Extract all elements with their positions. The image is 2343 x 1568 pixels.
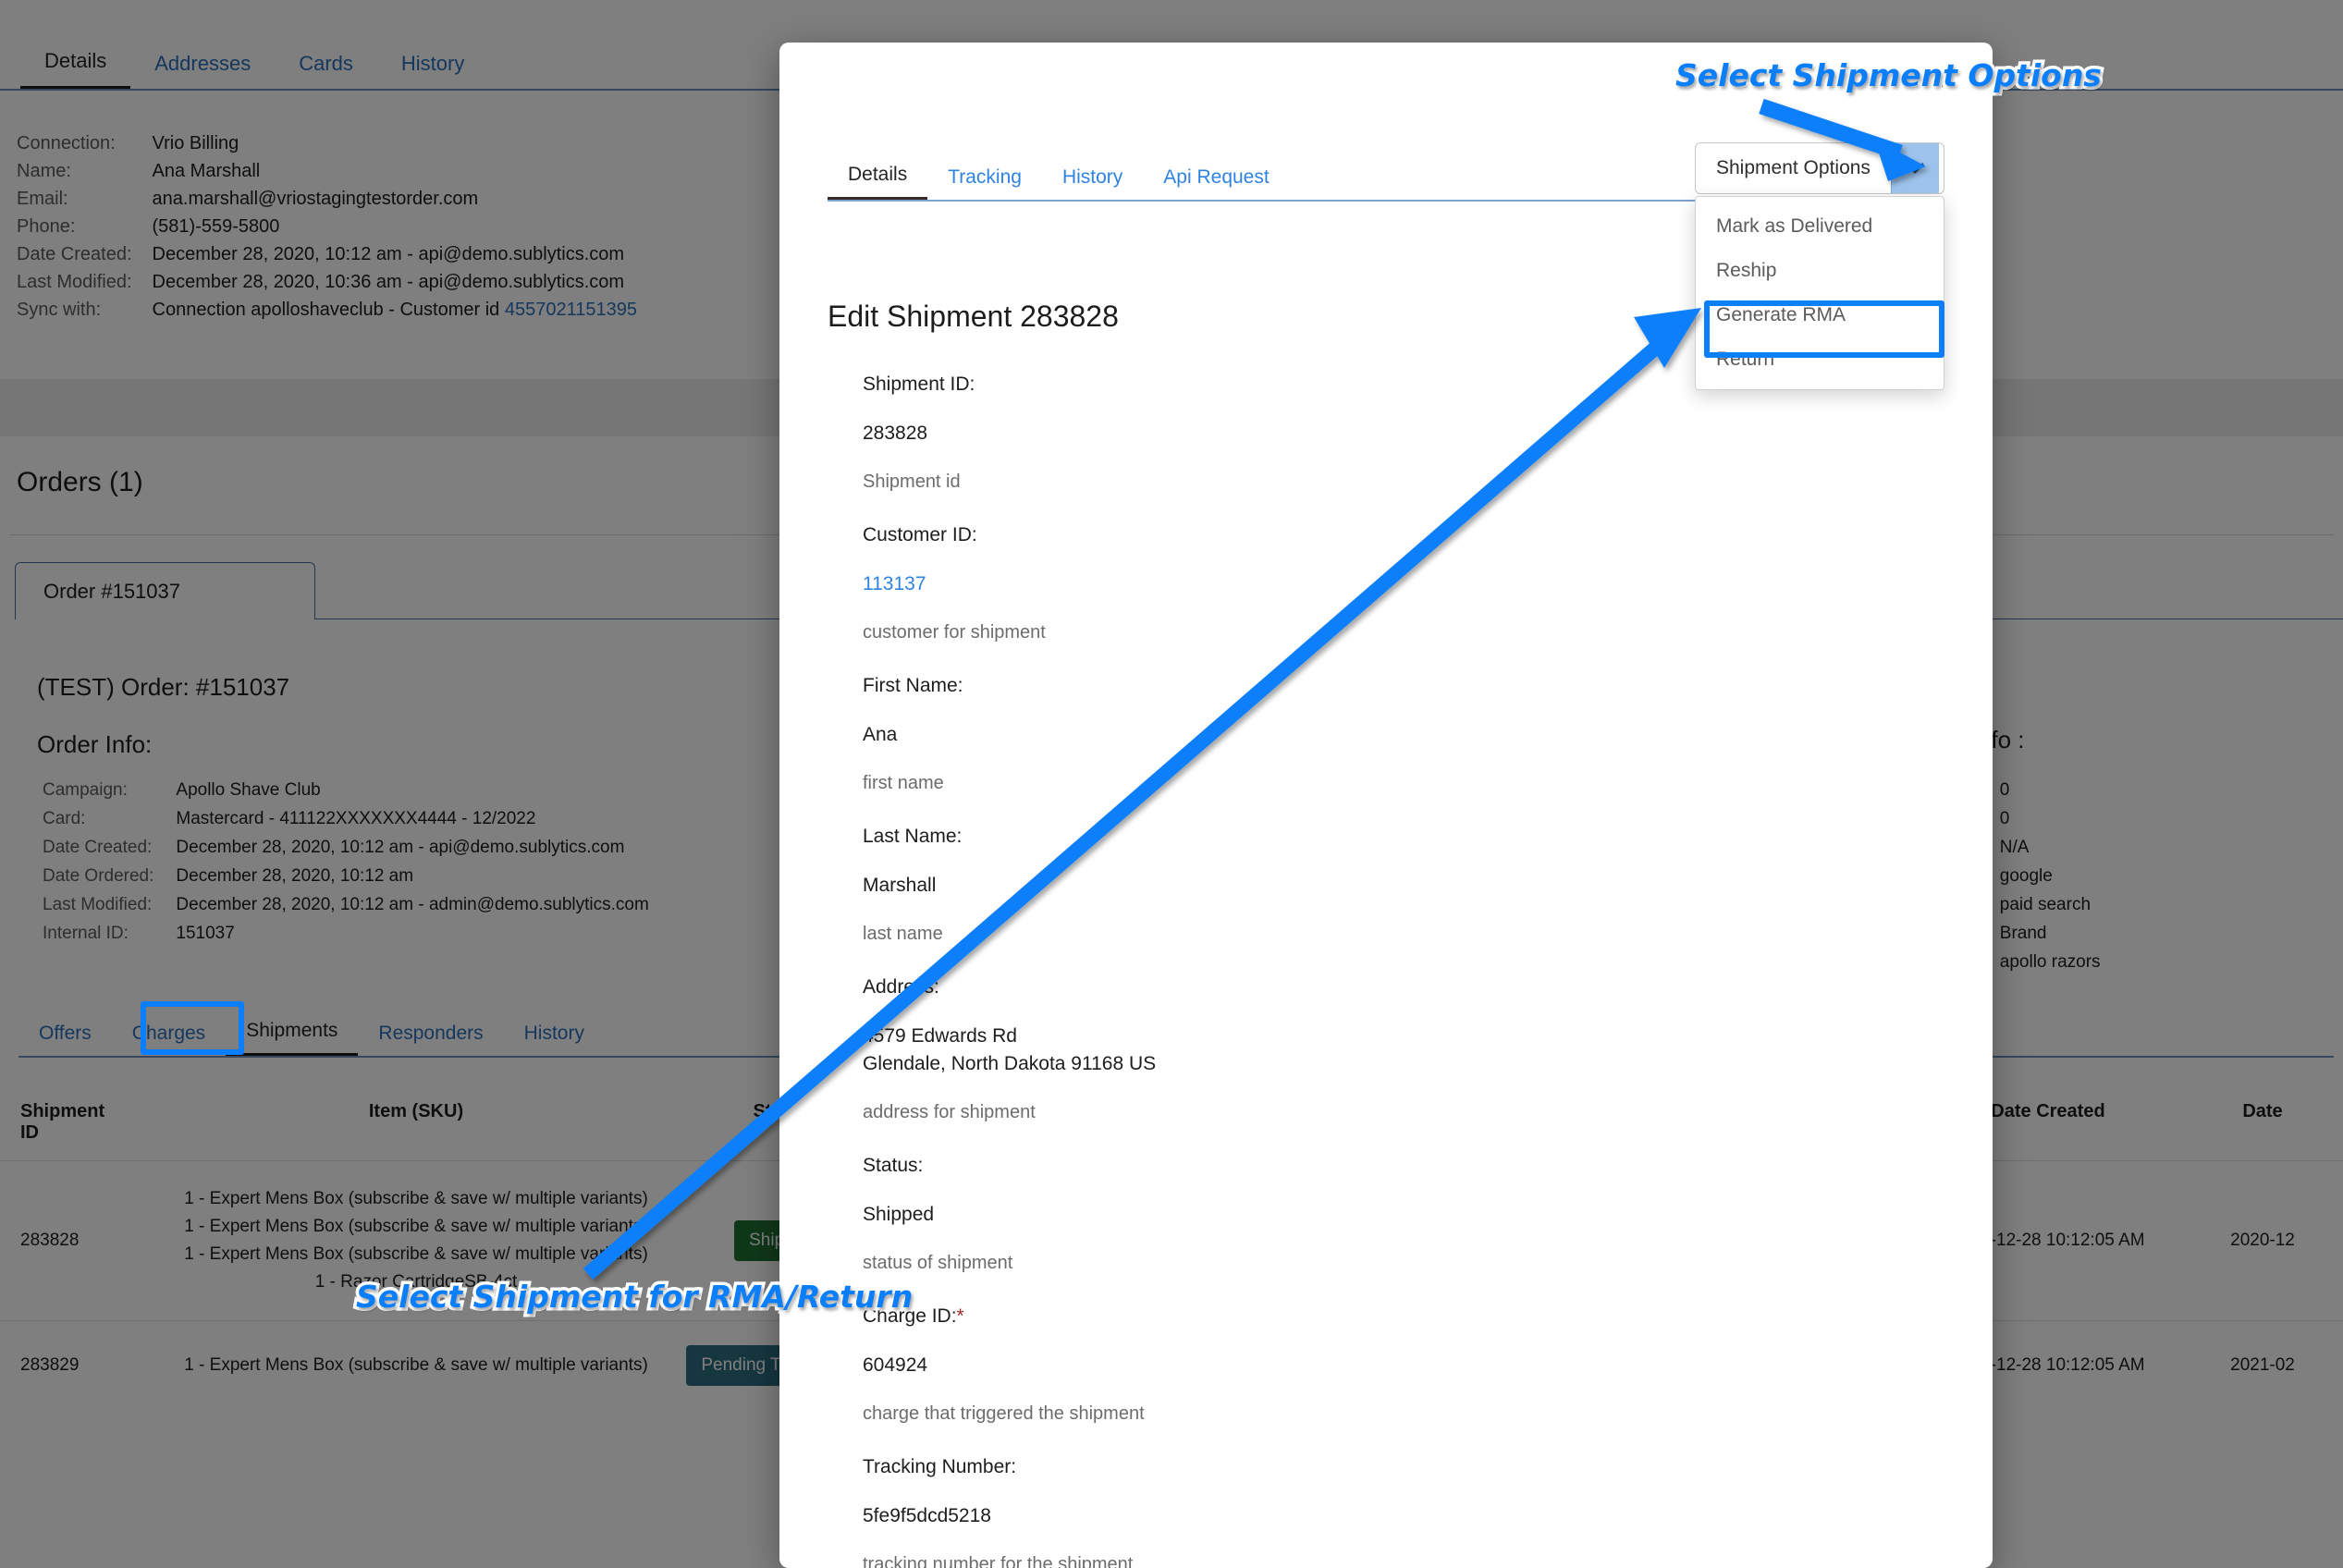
field-label: Status:: [863, 1155, 924, 1176]
close-icon[interactable]: ✕: [1935, 65, 1962, 96]
field-tracking-number: Tracking Number: 5fe9f5dcd5218 tracking …: [863, 1456, 1944, 1568]
field-value: Ana: [863, 724, 898, 745]
field-help: customer for shipment: [863, 622, 1046, 643]
field-label: Address:: [863, 976, 939, 998]
menu-item-generate-rma[interactable]: Generate RMA: [1696, 293, 1944, 337]
shipment-options-menu: Mark as Delivered Reship Generate RMA Re…: [1695, 196, 1944, 390]
shipment-options-dropdown: Shipment Options Mark as Delivered Reshi…: [1695, 142, 1944, 390]
field-value-link[interactable]: 113137: [863, 570, 1944, 598]
field-value: 5fe9f5dcd5218: [863, 1505, 991, 1526]
shipment-options-button[interactable]: Shipment Options: [1695, 142, 1944, 194]
modal-title: Edit Shipment 283828: [828, 300, 1119, 333]
chevron-down-icon[interactable]: [1890, 143, 1939, 193]
field-customer-id: Customer ID: 113137 customer for shipmen…: [863, 524, 1944, 643]
field-help: last name: [863, 924, 943, 944]
modal-tab-tracking[interactable]: Tracking: [927, 161, 1042, 200]
modal-tab-details[interactable]: Details: [828, 158, 928, 200]
field-label: Charge ID:*: [863, 1305, 1944, 1328]
field-value: 283828: [863, 423, 928, 444]
edit-shipment-modal: ✕ Details Tracking History Api Request S…: [779, 43, 1993, 1568]
screenshot-root: Details Addresses Cards History Connecti…: [0, 0, 2343, 1568]
field-help: address for shipment: [863, 1102, 1036, 1122]
modal-tab-history[interactable]: History: [1042, 161, 1143, 200]
field-help: tracking number for the shipment: [863, 1554, 1134, 1568]
field-value: Marshall: [863, 875, 937, 896]
field-label: Customer ID:: [863, 524, 977, 545]
field-help: status of shipment: [863, 1253, 1013, 1273]
field-charge-id: Charge ID:* 604924 charge that triggered…: [863, 1305, 1944, 1425]
field-status: Status: Shipped status of shipment: [863, 1155, 1944, 1274]
field-label: First Name:: [863, 675, 963, 696]
field-value: Shipped: [863, 1204, 935, 1225]
field-last-name: Last Name: Marshall last name: [863, 826, 1944, 945]
field-label: Last Name:: [863, 826, 963, 847]
field-help: Shipment id: [863, 472, 961, 492]
shipment-options-label: Shipment Options: [1716, 157, 1871, 178]
field-value: 4579 Edwards Rd Glendale, North Dakota 9…: [863, 1025, 1157, 1074]
menu-item-reship[interactable]: Reship: [1696, 249, 1944, 293]
field-first-name: First Name: Ana first name: [863, 675, 1944, 794]
field-help: charge that triggered the shipment: [863, 1403, 1145, 1424]
required-asterisk: *: [956, 1305, 964, 1327]
field-help: first name: [863, 773, 944, 793]
field-value: 604924: [863, 1354, 928, 1376]
menu-item-mark-as-delivered[interactable]: Mark as Delivered: [1696, 204, 1944, 249]
field-label: Tracking Number:: [863, 1456, 1017, 1477]
field-label-text: Charge ID:: [863, 1305, 957, 1327]
modal-tab-api-request[interactable]: Api Request: [1143, 161, 1289, 200]
field-shipment-id: Shipment ID: 283828 Shipment id: [863, 374, 1944, 493]
shipment-fields: Shipment ID: 283828 Shipment id Customer…: [863, 374, 1944, 1568]
menu-item-return[interactable]: Return: [1696, 337, 1944, 382]
field-address: Address: 4579 Edwards Rd Glendale, North…: [863, 976, 1944, 1123]
